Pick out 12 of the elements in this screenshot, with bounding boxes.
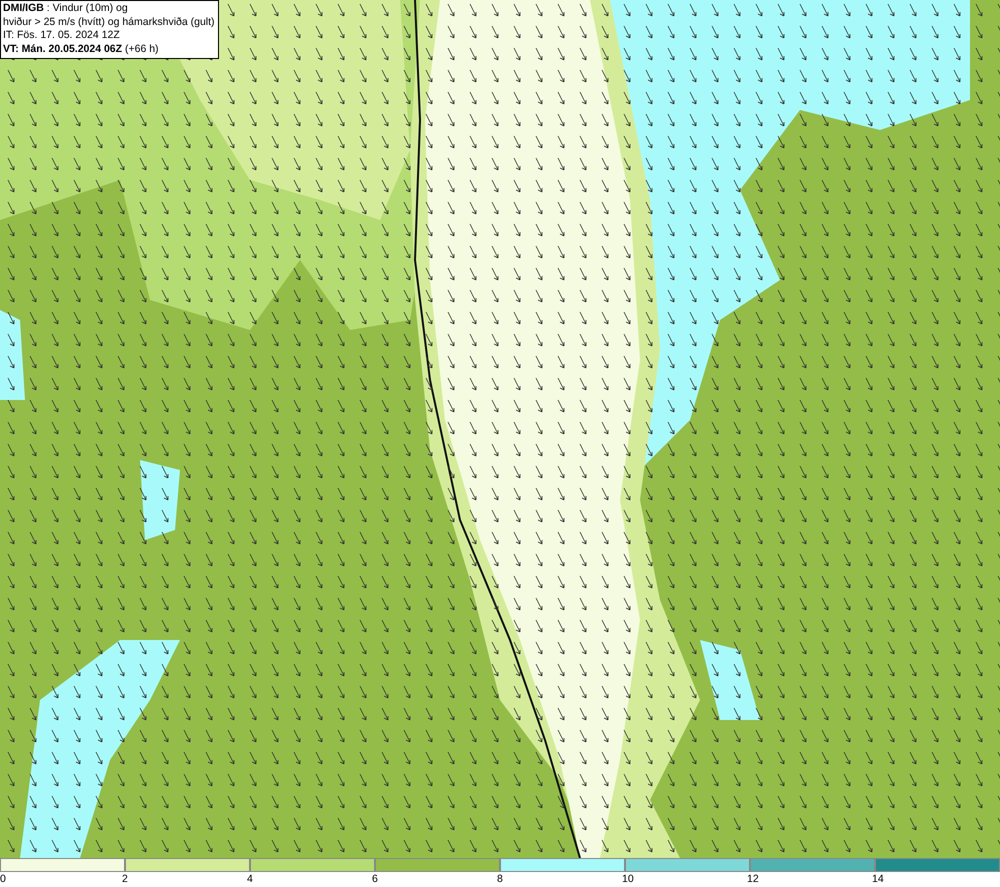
header-text: hviður > 25 m/s (hvítt) og hámarkshviða (gult) [3,16,215,29]
scale-label: 8 [497,872,503,887]
scale-label: 10 [622,872,634,887]
header-text: IT: Fös. 17. 05. 2024 12Z [3,29,121,42]
header-text: VT: Mán. 20.05.2024 06Z (+66 h) [3,42,160,56]
scale-label: 0 [0,872,6,887]
scale-label: 6 [372,872,378,887]
scale-label: 12 [747,872,759,887]
scale-label: 2 [122,872,128,887]
scale-label: 4 [247,872,253,887]
header-text: DMI/IGB : Vindur (10m) og [3,2,129,16]
scale-label: 14 [872,872,884,887]
